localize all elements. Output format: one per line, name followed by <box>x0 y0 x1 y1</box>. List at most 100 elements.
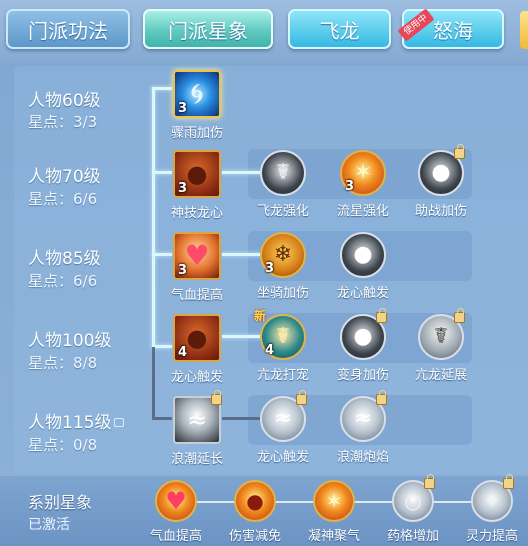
series-label: 凝神聚气 <box>307 529 360 544</box>
skill-node[interactable]: ● 助战加伤 <box>398 144 484 219</box>
skill-node[interactable]: ♥ 3 气血提高 <box>154 232 240 303</box>
skill-node[interactable]: ☤ 亢龙延展 <box>398 308 484 383</box>
dragon-icon: ☤ <box>260 150 306 196</box>
figure-icon: ● <box>340 232 386 278</box>
wave-icon: ≈ <box>340 390 387 442</box>
series-node[interactable]: ○ 药格增加 <box>373 474 453 544</box>
skill-node[interactable]: 🌀︎ 3 骤雨加伤 <box>154 70 240 141</box>
figure-glyph: ● <box>186 160 208 188</box>
lock-icon <box>454 308 465 323</box>
tab-nuhai[interactable]: 怒海 使用中 <box>397 8 504 49</box>
skill-count: 3 <box>345 179 355 194</box>
lock-icon <box>454 144 465 159</box>
skill-label: 龙心触发 <box>256 450 309 465</box>
lock-icon <box>503 474 514 489</box>
dragon-strike-icon: ☤ 4 新 <box>254 309 306 360</box>
tab-nuhai-label: 怒海 <box>433 18 473 43</box>
wave-icon: ≈ <box>260 390 307 442</box>
tab-sect-astrology[interactable]: 门派星象 <box>143 9 273 49</box>
focus-icon: ✶ <box>313 480 355 522</box>
level-115-title: 人物115级 <box>28 408 125 433</box>
damage-reduction-icon: ● <box>234 480 276 522</box>
skill-label: 浪潮延长 <box>170 452 223 467</box>
wave-glyph: ≈ <box>273 406 293 431</box>
skill-node[interactable]: ≈ 浪潮炮焰 <box>320 390 406 465</box>
figure-glyph: ✶ <box>325 489 343 513</box>
series-label: 药格增加 <box>386 529 439 544</box>
series-title: 系别星象 <box>28 493 93 512</box>
skill-node[interactable]: ≈ 浪潮延长 <box>154 390 240 467</box>
skill-count: 3 <box>178 101 188 116</box>
heart-icon: ♥ 3 <box>173 232 221 280</box>
meteor-glyph: ✶ <box>353 160 373 185</box>
figure-glyph: ● <box>431 160 451 185</box>
new-badge: 新 <box>254 309 267 323</box>
tab-sect-skills[interactable]: 门派功法 <box>6 9 130 49</box>
lock-icon <box>424 474 435 489</box>
skill-node[interactable]: ✶ 3 流星强化 <box>320 150 406 219</box>
series-label: 灵力提高 <box>465 529 518 544</box>
tab-feilong[interactable]: 飞龙 <box>288 9 391 49</box>
heart-glyph: ♥ <box>184 239 210 272</box>
tab-bar: 门派功法 门派星象 飞龙 怒海 使用中 <box>0 0 528 62</box>
series-node[interactable]: ♥ 气血提高 <box>136 480 216 544</box>
level-60-stars: 星点：3/3 <box>28 113 98 131</box>
skill-label: 骤雨加伤 <box>170 126 223 141</box>
wave-glyph: ≈ <box>186 406 208 434</box>
skill-count: 4 <box>265 343 275 358</box>
lock-icon <box>376 308 387 323</box>
level-100-title: 人物100级 <box>28 331 112 351</box>
skill-label: 亢龙延展 <box>414 368 467 383</box>
skill-label: 飞龙强化 <box>256 204 309 219</box>
level-115-stars: 星点：0/8 <box>28 436 98 454</box>
dragon-glyph: ☤ <box>275 324 291 349</box>
lock-icon <box>114 418 125 427</box>
skill-label: 浪潮炮焰 <box>336 450 389 465</box>
level-100-stars: 星点：8/8 <box>28 354 98 372</box>
skill-count: 3 <box>178 181 188 196</box>
skill-node[interactable]: ● 3 神技龙心 <box>154 150 240 221</box>
skill-node[interactable]: ☤ 飞龙强化 <box>240 150 326 219</box>
skill-count: 3 <box>178 263 188 278</box>
wave-icon: ≈ <box>173 390 222 444</box>
vortex-glyph: 🌀︎ <box>190 77 204 110</box>
level-70-title: 人物70级 <box>28 167 101 187</box>
skill-node[interactable]: ● 4 龙心触发 <box>154 314 240 385</box>
skill-node[interactable]: ☤ 4 新 亢龙打宠 <box>240 309 326 383</box>
whirlpool-icon: 🌀︎ 3 <box>173 70 221 118</box>
dragon-icon: ☤ <box>418 308 465 360</box>
series-status: 已激活 <box>28 517 70 533</box>
tab-overflow-edge[interactable] <box>520 11 528 49</box>
lock-icon <box>211 390 222 405</box>
skill-count: 3 <box>265 261 275 276</box>
skill-node[interactable]: ❄ 3 坐骑加伤 <box>240 232 326 301</box>
spirit-icon: ✦ <box>471 474 514 522</box>
dragon-heart-icon: ● 4 <box>173 314 221 362</box>
level-85-stars: 星点：6/6 <box>28 272 98 290</box>
heart-glyph: ♥ <box>165 487 187 515</box>
series-node[interactable]: ✦ 灵力提高 <box>452 474 528 544</box>
skill-label: 坐骑加伤 <box>256 286 309 301</box>
figure-glyph: ● <box>353 324 373 349</box>
skill-label: 亢龙打宠 <box>256 368 309 383</box>
dragon-heart-icon: ● 3 <box>173 150 221 198</box>
figure-glyph: ● <box>186 324 208 352</box>
skill-label: 流星强化 <box>336 204 389 219</box>
series-node[interactable]: ● 伤害减免 <box>215 480 295 544</box>
potion-icon: ○ <box>392 474 435 522</box>
series-label: 伤害减免 <box>228 529 281 544</box>
series-node[interactable]: ✶ 凝神聚气 <box>294 480 374 544</box>
skill-count: 4 <box>178 345 188 360</box>
figure-glyph: ● <box>246 489 264 513</box>
skill-node[interactable]: ● 变身加伤 <box>320 308 406 383</box>
lock-icon <box>376 390 387 405</box>
meteor-icon: ✶ 3 <box>340 150 386 196</box>
spark-glyph: ✦ <box>483 489 501 513</box>
skill-node[interactable]: ● 龙心触发 <box>320 232 406 301</box>
mount-beast-icon: ❄ 3 <box>260 232 306 278</box>
series-label: 气血提高 <box>149 529 202 544</box>
orb-glyph: ○ <box>404 489 422 513</box>
transform-figure-icon: ● <box>340 308 387 360</box>
skill-node[interactable]: ≈ 龙心触发 <box>240 390 326 465</box>
skill-label: 神技龙心 <box>170 206 223 221</box>
